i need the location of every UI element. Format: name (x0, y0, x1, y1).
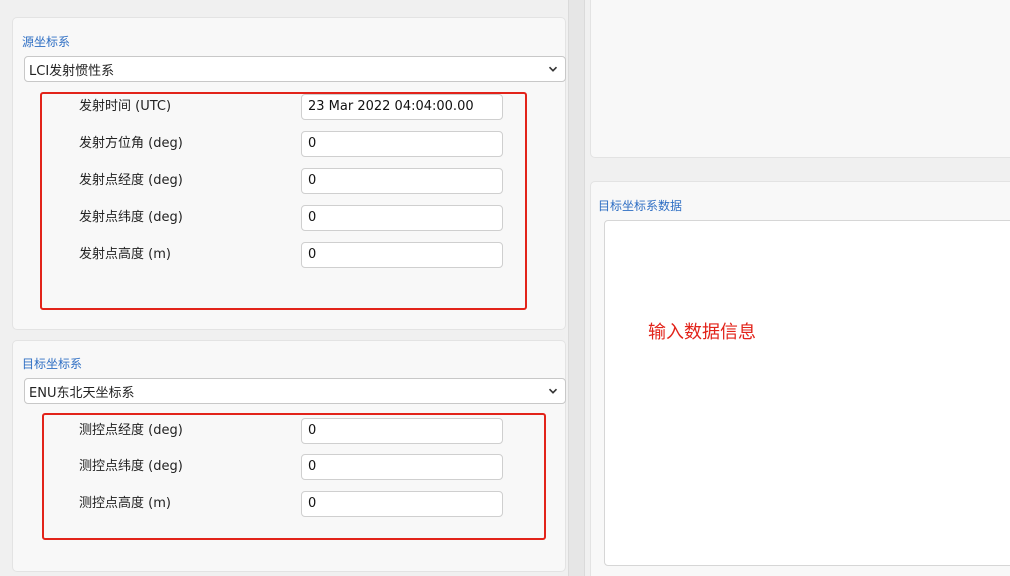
target-data-textarea[interactable] (604, 220, 1010, 566)
target-frame-selected: ENU东北天坐标系 (29, 385, 135, 401)
input-hint-annotation: 输入数据信息 (648, 322, 756, 343)
source-data-panel (590, 0, 1010, 158)
source-fields-highlight (40, 92, 527, 310)
chevron-down-icon (548, 66, 558, 72)
chevron-down-icon (548, 388, 558, 394)
source-frame-selected: LCI发射惯性系 (29, 63, 115, 79)
target-fields-highlight (42, 413, 546, 540)
target-data-title: 目标坐标系数据 (598, 199, 683, 213)
target-data-panel: 目标坐标系数据 (590, 181, 1010, 576)
target-frame-select[interactable]: ENU东北天坐标系 (24, 378, 566, 404)
target-frame-title: 目标坐标系 (22, 357, 83, 371)
source-frame-select[interactable]: LCI发射惯性系 (24, 56, 566, 82)
vertical-splitter[interactable] (568, 0, 585, 576)
source-frame-title: 源坐标系 (22, 35, 71, 49)
